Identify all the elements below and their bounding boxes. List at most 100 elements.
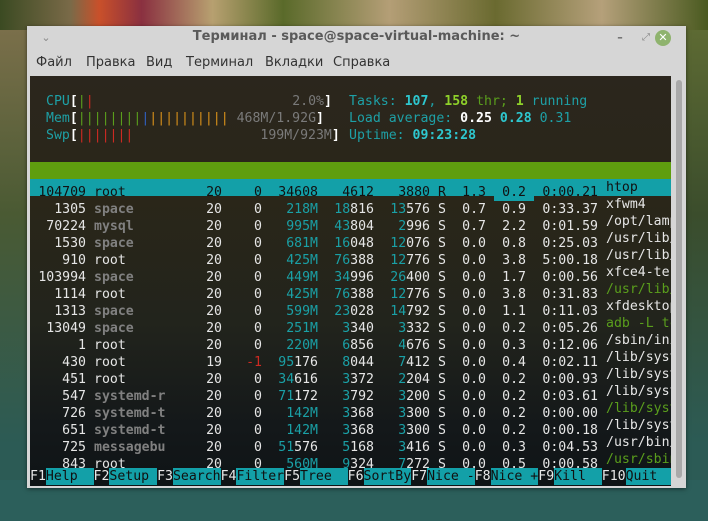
cell-cmd: /lib/systemd/sys [606,418,671,433]
cell-cmd: xfce4-terminal [606,265,671,280]
fkey-number: F6 [347,469,364,484]
process-row[interactable]: 430 root 19 -1 95176 8044 7412 S 0.0 0.4 0:02.11/l… [30,349,671,370]
close-icon[interactable]: ✕ [655,30,671,46]
fkey-number: F4 [220,469,237,484]
cell-cmd: adb -L tcp:5037 [606,316,671,331]
cell-cmd: /sbin/init splas [606,333,671,348]
tasks-line: Tasks: 107, 158 thr; 1 running [349,94,588,109]
menu-bar: Файл Правка Вид Терминал Вкладки Справка [27,52,686,76]
fkey-number: F7 [411,469,428,484]
load-average-line: Load average: 0.25 0.28 0.31 [349,111,572,126]
fkey-f2[interactable]: F2Setup [94,468,158,485]
process-row[interactable]: 726 systemd-t 20 0 142M 3368 3300 S 0.0 0.2 0:00.0… [30,400,671,421]
cpu-meter: CPU[|| 2.0%] [46,94,332,109]
process-row[interactable]: 103994 space 20 0 449M 34996 26400 S 0.0 1.7 0:00.… [30,264,671,285]
fkey-number: F9 [538,469,555,484]
threads-count: 158 [444,94,469,109]
cell-cmd: xfwm4 [606,197,646,212]
load-5min: 0.28 [499,111,532,126]
terminal-area[interactable]: CPU[|| 2.0%] Mem[||||||||||||||||||| 468… [30,76,671,486]
process-row[interactable]: 547 systemd-r 20 0 71172 3792 3200 S 0.0 0.2 0:03.… [30,383,671,404]
uptime-value: 09:23:28 [412,128,477,143]
swap-meter: Swp[||||||| 199M/923M] [46,128,340,143]
cell-cmd: /lib/systemd/sys [606,401,671,416]
fkey-label: Nice + [490,468,539,485]
scrollbar[interactable] [674,76,684,486]
process-row[interactable]: 1305 space 20 0 218M 18816 13576 S 0.7 0.9 0:33.37… [30,196,671,217]
fkey-number: F8 [474,469,491,484]
cell-cmd: /lib/systemd/sys [606,350,671,365]
terminal-window: ⌄ Терминал - space@space-virtual-machine… [27,26,686,488]
fkey-f5[interactable]: F5Tree [284,468,348,485]
uptime-line: Uptime: 09:23:28 [349,128,477,143]
load-1min: 0.25 [460,111,492,126]
menu-view[interactable]: Вид [146,55,172,70]
process-row[interactable]: 1114 root 20 0 425M 76388 12776 S 0.0 3.8 0:31.83/… [30,281,671,302]
mem-meter: Mem[||||||||||||||||||| 468M/1.92G] [46,111,324,126]
running-count: 1 [515,94,524,109]
menu-edit[interactable]: Правка [86,55,135,70]
maximize-icon[interactable]: ⤢ [638,30,654,46]
process-row[interactable]: 1 root 20 0 220M 6856 4676 S 0.0 0.3 0:12.06/sbin/… [30,332,671,353]
cell-cmd: /usr/bin/dbus-da [606,435,671,450]
fkey-number: F10 [601,469,626,484]
fkey-label: Search [172,468,221,485]
process-row[interactable]: 104709 root 20 0 34608 4612 3880 R 1.3 0.2 0:00.21… [30,179,671,200]
window-title: Терминал - space@space-virtual-machine: … [192,29,521,44]
fkey-label: SortBy [363,468,412,485]
swap-meter-value: 199M/923M [260,128,332,143]
cell-cmd: /opt/lampp/sbin/ [606,214,671,229]
fkey-label: Quit [625,468,671,485]
menu-help[interactable]: Справка [333,55,390,70]
desktop-wallpaper-right [686,30,708,490]
fkey-number: F5 [284,469,301,484]
process-row[interactable]: 843 root 20 0 560M 9324 7272 S 0.0 0.5 0:00.58/usr… [30,451,671,472]
fkey-f3[interactable]: F3Search [157,468,221,485]
process-row[interactable]: 70224 mysql 20 0 995M 43804 2996 S 0.7 2.2 0:01.59… [30,213,671,234]
fkey-f7[interactable]: F7Nice - [411,468,475,485]
process-row[interactable]: 1530 space 20 0 681M 16048 12076 S 0.0 0.8 0:25.03… [30,230,671,251]
cell-cmd: xfdesktop [606,299,671,314]
fkey-label: Filter [236,468,285,485]
title-bar[interactable]: ⌄ Терминал - space@space-virtual-machine… [27,26,686,50]
process-row[interactable]: 910 root 20 0 425M 76388 12776 S 0.0 3.8 5:00.18/u… [30,247,671,268]
cell-cmd: htop [606,180,638,195]
swap-meter-label: Swp [46,128,70,143]
process-row[interactable]: 1313 space 20 0 599M 23028 14792 S 0.0 1.1 0:11.03… [30,298,671,319]
cell-cmd: /usr/lib/xorg/Xo [606,248,671,263]
fkey-label: Kill [554,468,602,485]
process-row[interactable]: 651 systemd-t 20 0 142M 3368 3300 S 0.0 0.2 0:00.1… [30,417,671,438]
mem-meter-value: 468M/1.92G [236,111,317,126]
fkey-f6[interactable]: F6SortBy [348,468,412,485]
load-15min: 0.31 [539,111,572,126]
menu-file[interactable]: Файл [36,55,72,70]
cell-cmd: /lib/systemd/sys [606,367,671,382]
desktop-wallpaper-left [0,30,27,490]
cpu-meter-value: 2.0% [292,94,324,109]
process-row[interactable]: 725 messagebu 20 0 51576 5168 3416 S 0.0 0.3 0:04.… [30,434,671,455]
menu-terminal[interactable]: Терминал [186,55,253,70]
cell-cmd: /usr/lib/xorg/Xo [606,282,671,297]
cell-cmd: /usr/sbin/Networ [606,452,671,467]
minimize-icon[interactable]: – [612,30,628,46]
fkey-label: Tree [300,468,348,485]
fkey-f9[interactable]: F9Kill [538,468,602,485]
fkey-label: Help [45,468,94,485]
fkey-label: Setup [109,468,158,485]
cpu-meter-label: CPU [46,94,70,109]
fkey-label: Nice - [427,468,475,485]
tasks-count: 107 [404,94,429,109]
fkey-number: F2 [93,469,110,484]
process-row[interactable]: 13049 space 20 0 251M 3340 3332 S 0.0 0.2 0:05.26 a… [30,315,671,336]
menu-tabs[interactable]: Вкладки [265,55,323,70]
process-row[interactable]: 451 root 20 0 34616 3372 2204 S 0.0 0.2 0:00.93/li… [30,366,671,387]
fkey-f4[interactable]: F4Filter [221,468,285,485]
fkey-f1[interactable]: F1Help [30,468,94,485]
fkey-f10[interactable]: F10Quit [602,468,671,485]
cell-cmd: /usr/lib/x86_64- [606,231,671,246]
fkey-f8[interactable]: F8Nice + [475,468,539,485]
fkey-number: F1 [30,469,46,484]
scrollbar-thumb[interactable] [676,80,682,478]
cell-cmd: /lib/systemd/sys [606,384,671,399]
process-table-header: PIDUSERPRINIVIRTRESSHRSCPU%MEM%TIME+Comm… [30,162,671,201]
